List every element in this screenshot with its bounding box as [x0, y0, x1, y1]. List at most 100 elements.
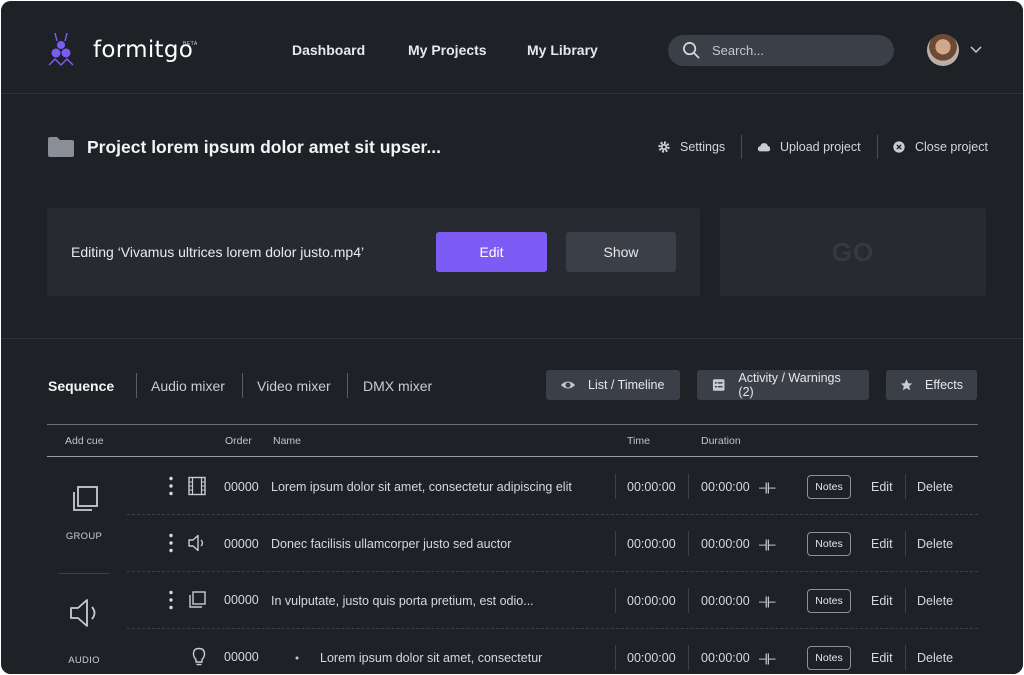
tab-dmx-mixer[interactable]: DMX mixer — [363, 378, 432, 394]
divider — [688, 531, 689, 556]
list-icon — [712, 379, 725, 391]
show-button[interactable]: Show — [566, 232, 676, 272]
delete-link[interactable]: Delete — [917, 651, 953, 665]
row-duration: 00:00:00 — [701, 651, 750, 665]
divider — [615, 645, 616, 670]
notes-button[interactable]: Notes — [807, 475, 851, 499]
edit-link[interactable]: Edit — [871, 594, 893, 608]
row-order: 00000 — [224, 537, 259, 551]
row-order: 00000 — [224, 593, 259, 607]
delete-link[interactable]: Delete — [917, 537, 953, 551]
divider — [905, 474, 906, 499]
row-order: 00000 — [224, 480, 259, 494]
editing-label: Editing ‘Vivamus ultrices lorem dolor ju… — [71, 244, 365, 260]
avatar[interactable] — [927, 34, 959, 66]
row-time: 00:00:00 — [627, 480, 676, 494]
beta-badge: BETA — [183, 41, 198, 47]
nav-my-library[interactable]: My Library — [527, 42, 598, 58]
row-time: 00:00:00 — [627, 651, 676, 665]
add-group-cue-button[interactable]: GROUP — [47, 484, 121, 542]
group-label: GROUP — [65, 531, 103, 542]
edit-button[interactable]: Edit — [436, 232, 547, 272]
edit-link[interactable]: Edit — [871, 537, 893, 551]
row-duration: 00:00:00 — [701, 537, 750, 551]
cloud-icon — [757, 143, 771, 152]
group-icon — [73, 486, 98, 511]
star-icon — [900, 379, 913, 391]
eye-icon — [561, 381, 575, 389]
gear-icon — [658, 141, 670, 153]
kebab-menu-icon[interactable] — [169, 590, 173, 610]
table-row[interactable]: 00000 In vulputate, justo quis porta pre… — [127, 572, 978, 629]
speaker-icon — [70, 599, 96, 627]
row-duration: 00:00:00 — [701, 480, 750, 494]
split-marker[interactable]: –||– — [759, 480, 776, 494]
divider — [615, 531, 616, 556]
lightbulb-icon — [192, 647, 206, 666]
delete-link[interactable]: Delete — [917, 480, 953, 494]
sequence-panel: Sequence Audio mixer Video mixer DMX mix… — [1, 340, 1023, 674]
activity-warnings-label: Activity / Warnings (2) — [738, 371, 841, 399]
row-time: 00:00:00 — [627, 537, 676, 551]
chevron-down-icon[interactable] — [970, 44, 982, 54]
delete-link[interactable]: Delete — [917, 594, 953, 608]
search-input[interactable] — [712, 40, 882, 61]
table-top-border — [47, 424, 978, 425]
editing-card: Editing ‘Vivamus ultrices lorem dolor ju… — [47, 208, 700, 296]
list-timeline-button[interactable]: List / Timeline — [546, 370, 680, 400]
divider — [615, 474, 616, 499]
row-time: 00:00:00 — [627, 594, 676, 608]
nav-my-projects[interactable]: My Projects — [408, 42, 487, 58]
kebab-menu-icon[interactable] — [169, 476, 173, 496]
notes-button[interactable]: Notes — [807, 532, 851, 556]
header-name: Name — [273, 435, 302, 447]
close-project-label: Close project — [915, 140, 988, 154]
app-window: formitgo BETA Dashboard My Projects My L… — [1, 1, 1023, 674]
split-marker[interactable]: –||– — [759, 651, 776, 665]
project-title: Project lorem ipsum dolor amet sit upser… — [87, 137, 441, 157]
header-add-cue: Add cue — [65, 435, 104, 447]
tab-video-mixer[interactable]: Video mixer — [257, 378, 331, 394]
edit-link[interactable]: Edit — [871, 480, 893, 494]
upload-project-label: Upload project — [780, 140, 861, 154]
effects-label: Effects — [925, 378, 963, 392]
add-audio-cue-button[interactable]: AUDIO — [47, 596, 121, 666]
header-time: Time — [627, 435, 650, 447]
split-marker[interactable]: –||– — [759, 594, 776, 608]
table-row[interactable]: 00000 Lorem ipsum dolor sit amet, consec… — [127, 458, 978, 515]
divider — [905, 531, 906, 556]
table-row[interactable]: 00000 Lorem ipsum dolor sit amet, consec… — [127, 629, 978, 674]
top-bar: formitgo BETA Dashboard My Projects My L… — [1, 1, 1023, 94]
table-row[interactable]: 00000 Donec facilisis ullamcorper justo … — [127, 515, 978, 572]
edit-link[interactable]: Edit — [871, 651, 893, 665]
row-order: 00000 — [224, 650, 259, 664]
notes-button[interactable]: Notes — [807, 589, 851, 613]
folder-icon — [48, 137, 74, 157]
header-duration: Duration — [701, 435, 741, 447]
divider — [688, 588, 689, 613]
activity-warnings-button[interactable]: Activity / Warnings (2) — [697, 370, 869, 400]
upload-project-button[interactable]: Upload project — [757, 140, 861, 154]
divider — [741, 135, 742, 159]
settings-button[interactable]: Settings — [657, 140, 725, 154]
divider — [615, 588, 616, 613]
go-button[interactable]: GO — [720, 208, 986, 296]
effects-button[interactable]: Effects — [886, 370, 977, 400]
divider — [136, 373, 137, 398]
tab-sequence[interactable]: Sequence — [48, 378, 114, 394]
divider — [905, 645, 906, 670]
copy-icon — [189, 591, 206, 608]
close-project-button[interactable]: Close project — [892, 140, 988, 154]
split-marker[interactable]: –||– — [759, 537, 776, 551]
nav-dashboard[interactable]: Dashboard — [292, 42, 365, 58]
settings-label: Settings — [680, 140, 726, 154]
list-timeline-label: List / Timeline — [588, 378, 665, 392]
formitgo-logo-icon[interactable] — [45, 31, 79, 71]
kebab-menu-icon[interactable] — [169, 533, 173, 553]
tab-audio-mixer[interactable]: Audio mixer — [151, 378, 225, 394]
divider — [905, 588, 906, 613]
row-duration: 00:00:00 — [701, 594, 750, 608]
search-box — [668, 35, 894, 66]
notes-button[interactable]: Notes — [807, 646, 851, 670]
row-name: Lorem ipsum dolor sit amet, consectetur … — [271, 480, 572, 494]
